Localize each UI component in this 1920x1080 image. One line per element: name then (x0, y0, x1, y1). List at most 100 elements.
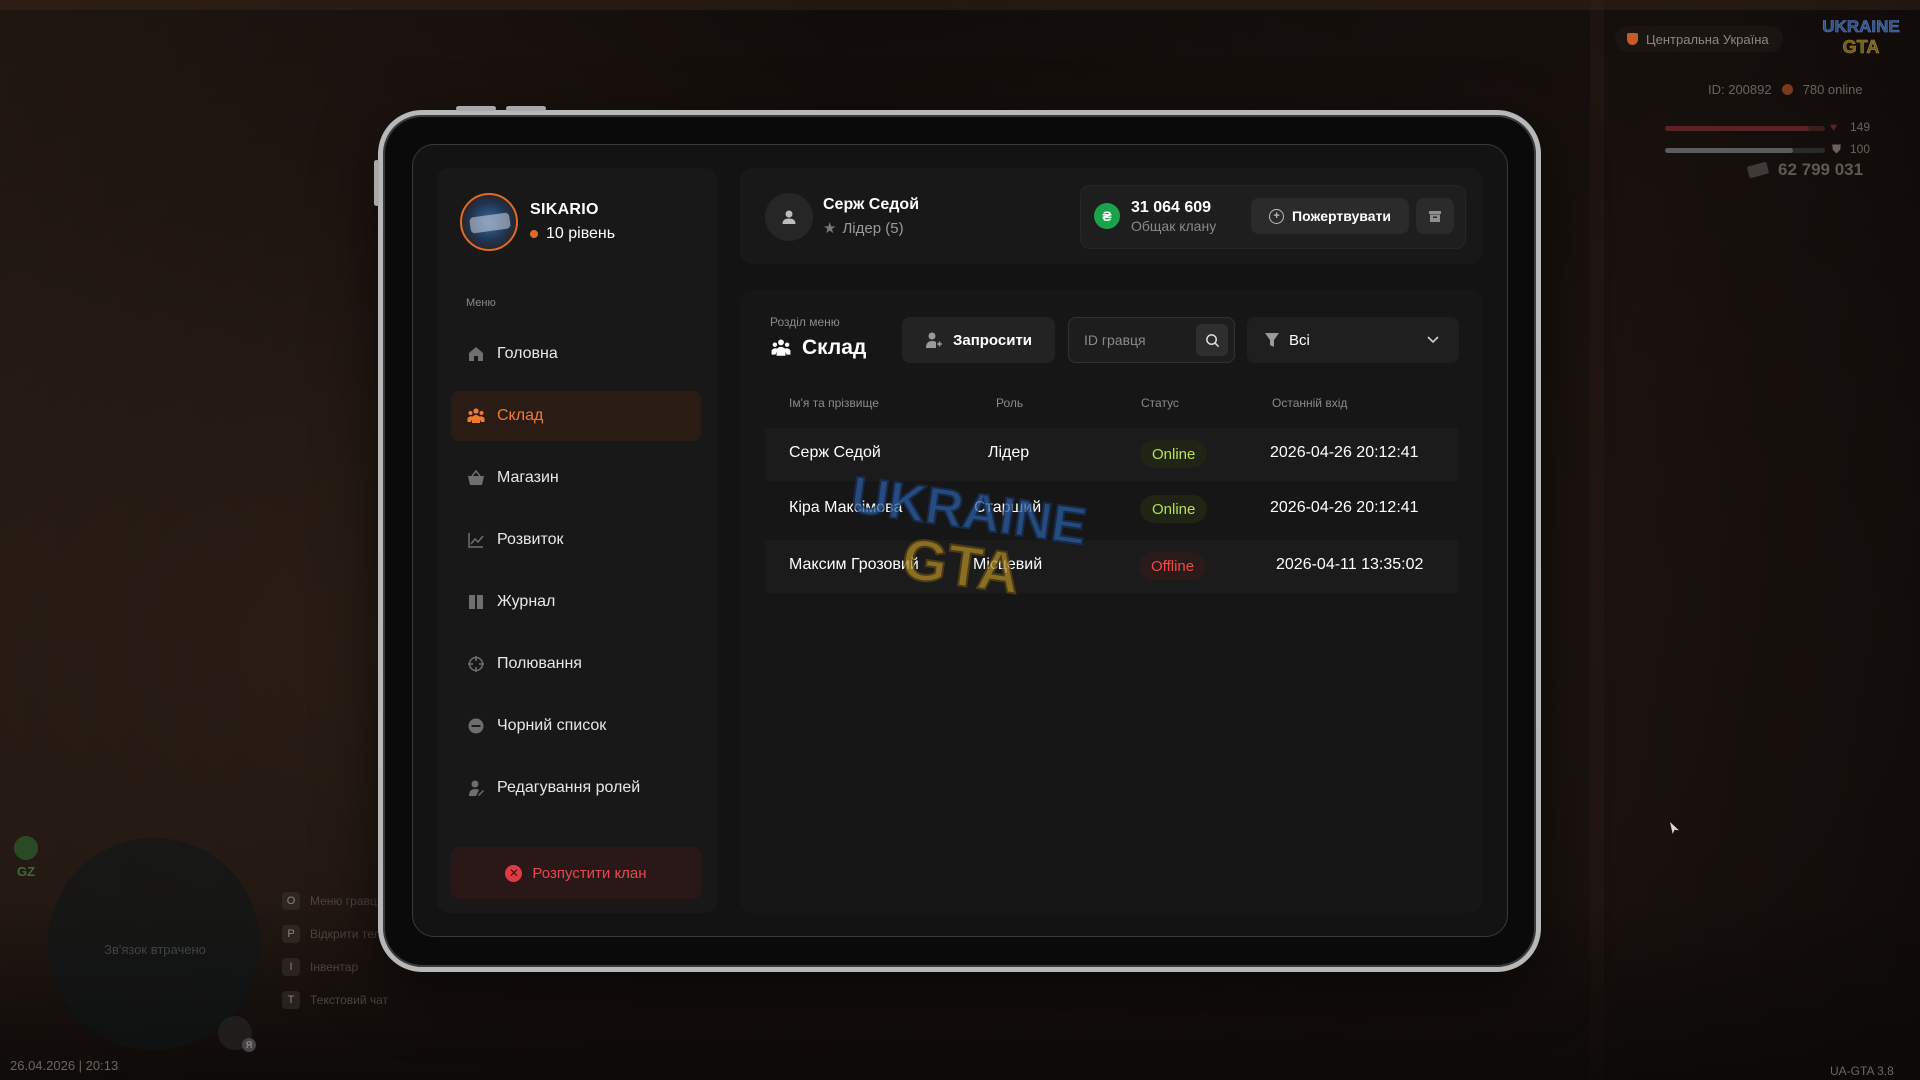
archive-button[interactable] (1416, 198, 1454, 234)
donate-button[interactable]: + Пожертвувати (1251, 198, 1409, 234)
user-name: Серж Седой (823, 196, 920, 213)
menu-caption: Меню (466, 297, 496, 309)
server-logo: UKRAINE GTA (1822, 17, 1900, 58)
column-header-status: Статус (1141, 396, 1179, 410)
hryvnia-coin-icon: ₴ (1094, 203, 1120, 229)
sidebar-item-warehouse[interactable]: Склад (451, 391, 701, 441)
sidebar-item-role-editing[interactable]: Редагування ролей (451, 763, 701, 813)
player-id-input[interactable] (1084, 332, 1194, 348)
clan-name: SIKARIO (530, 201, 599, 218)
clan-avatar (460, 193, 518, 251)
sidebar-item-label: Редагування ролей (497, 779, 641, 796)
members-icon (771, 339, 791, 356)
table-row[interactable]: Максим Грозовий Місцевий Offline 2026-04… (765, 540, 1458, 593)
health-value: 149 (1850, 120, 1871, 134)
background-beam (0, 0, 1920, 10)
home-icon (467, 345, 485, 363)
svg-text:UKRAINE: UKRAINE (1822, 17, 1899, 36)
health-heart-icon: ♥ (1830, 120, 1838, 134)
hotkey-label: Текстовий чат (310, 992, 389, 1007)
status-badge: Online (1140, 440, 1208, 468)
member-role: Старший (974, 499, 1042, 516)
user-role: ★ Лідер (5) (823, 219, 904, 238)
player-id-row: ID: 200892 780 online (1708, 82, 1863, 97)
table-row[interactable]: Серж Седой Лідер Online 2026-04-26 20:12… (765, 428, 1458, 481)
donate-label: Пожертвувати (1292, 208, 1391, 224)
user-icon (782, 210, 796, 224)
tablet-side-button (374, 160, 379, 206)
sidebar-item-label: Склад (497, 407, 544, 424)
member-name: Максим Грозовий (789, 556, 919, 573)
section-caption: Розділ меню (770, 315, 840, 329)
member-last-login: 2026-04-26 20:12:41 (1270, 444, 1419, 461)
gang-zone-icon (14, 836, 38, 860)
block-icon (467, 717, 485, 735)
status-filter-select[interactable]: Всі (1247, 317, 1459, 363)
hotkey-key: I (282, 957, 300, 976)
member-last-login: 2026-04-11 13:35:02 (1276, 556, 1424, 573)
invite-label: Запросити (952, 331, 1033, 349)
section-title: Склад (770, 336, 866, 360)
game-version: UA-GTA 3.8 (1830, 1064, 1894, 1078)
user-role-label: Лідер (5) (842, 219, 904, 237)
mic-badge: Я (242, 1038, 256, 1052)
hotkey-key: T (282, 990, 300, 1009)
microphone-icon: Я (218, 1016, 256, 1052)
sidebar-item-shop[interactable]: Магазин (451, 453, 701, 503)
sidebar-item-label: Розвиток (497, 531, 564, 548)
health-bar-fill (1665, 126, 1809, 131)
sidebar-item-hunting[interactable]: Полювання (451, 639, 701, 689)
region-badge: Центральна Україна (1615, 26, 1783, 52)
gang-zone-indicator: GZ (14, 836, 38, 879)
svg-text:GTA: GTA (1843, 37, 1880, 57)
money-value: 62 799 031 (1778, 160, 1864, 179)
gang-zone-label: GZ (16, 864, 36, 879)
clan-level-label: 10 рівень (546, 225, 616, 242)
crosshair-icon (467, 655, 485, 673)
column-header-last-login: Останній вхід (1272, 396, 1348, 410)
add-user-icon (925, 332, 942, 348)
region-label: Центральна Україна (1646, 31, 1769, 47)
player-id: ID: 200892 (1708, 82, 1772, 97)
sidebar-item-label: Магазин (497, 469, 559, 486)
armor-value: 100 (1850, 142, 1871, 156)
close-circle-icon: ✕ (505, 864, 523, 882)
book-icon (467, 593, 485, 611)
member-name: Серж Седой (789, 444, 881, 461)
tablet-side-button (506, 106, 546, 111)
invite-button[interactable]: Запросити (902, 317, 1055, 363)
hotkey-label: Інвентар (310, 959, 359, 974)
bank-amount: 31 064 609 (1131, 199, 1212, 216)
member-last-login: 2026-04-26 20:12:41 (1270, 499, 1419, 516)
shield-icon (1627, 33, 1638, 45)
datetime: 26.04.2026 | 20:13 (10, 1058, 119, 1073)
armor-bar-fill (1665, 148, 1793, 153)
sidebar-item-development[interactable]: Розвиток (451, 515, 701, 565)
health-bar (1665, 126, 1825, 131)
online-icon (1781, 84, 1793, 95)
sidebar-item-journal[interactable]: Журнал (451, 577, 701, 627)
basket-icon (467, 469, 485, 487)
members-icon (467, 407, 485, 425)
section-title-label: Склад (802, 336, 867, 359)
dissolve-clan-button[interactable]: ✕ Розпустити клан (451, 847, 701, 899)
sidebar-item-label: Чорний список (497, 717, 607, 734)
sidebar-item-blacklist[interactable]: Чорний список (451, 701, 701, 751)
hotkey-key: P (282, 924, 300, 943)
cash-icon (1746, 161, 1770, 179)
archive-icon (1429, 211, 1441, 222)
filter-icon (1265, 332, 1279, 347)
search-button[interactable] (1196, 324, 1228, 356)
chevron-down-icon (1427, 336, 1439, 344)
search-icon (1205, 333, 1219, 347)
hotkey-key: O (282, 891, 300, 910)
status-badge: Offline (1139, 552, 1207, 580)
table-row[interactable]: Кіра Максімова Старший Online 2026-04-26… (765, 483, 1458, 536)
plus-circle-icon: + (1269, 208, 1285, 224)
sidebar-item-label: Журнал (497, 593, 556, 610)
chart-icon (467, 531, 485, 549)
sidebar-item-home[interactable]: Головна (451, 329, 701, 379)
member-role: Лідер (988, 444, 1030, 461)
star-icon: ★ (823, 220, 837, 237)
column-header-role: Роль (996, 396, 1024, 410)
